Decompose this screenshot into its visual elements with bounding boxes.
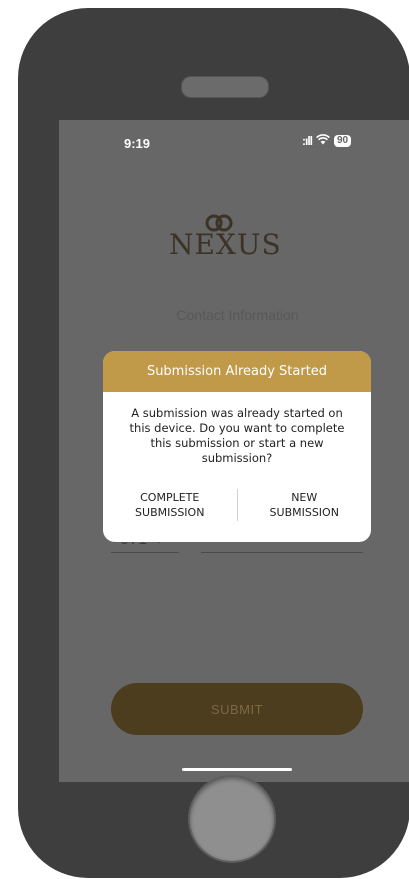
dialog-message: A submission was already started on this… [129, 406, 345, 465]
status-icons: :ıll 90 [302, 134, 352, 148]
status-time: 9:19 [124, 136, 151, 151]
app-screen: 9:19 :ıll 90 NEXUS Contact Information S… [59, 120, 409, 782]
speaker-grille [181, 76, 269, 98]
wifi-icon [316, 134, 330, 148]
signal-icon: :ıll [302, 134, 313, 148]
submission-dialog: Submission Already Started A submission … [103, 351, 371, 542]
complete-submission-button[interactable]: COMPLETE SUBMISSION [103, 485, 237, 525]
battery-icon: 90 [334, 135, 352, 147]
submit-button[interactable]: SUBMIT [111, 683, 363, 735]
home-button[interactable] [188, 775, 276, 863]
nexus-logo: NEXUS [169, 212, 282, 261]
phone-frame: 9:19 :ıll 90 NEXUS Contact Information S… [18, 8, 409, 878]
dialog-title: Submission Already Started [103, 351, 371, 392]
new-submission-button[interactable]: NEW SUBMISSION [238, 485, 372, 525]
home-indicator [182, 768, 292, 771]
logo-text: NEXUS [169, 228, 282, 261]
section-title: Contact Information [176, 307, 299, 323]
dialog-actions: COMPLETE SUBMISSION NEW SUBMISSION [103, 485, 371, 525]
